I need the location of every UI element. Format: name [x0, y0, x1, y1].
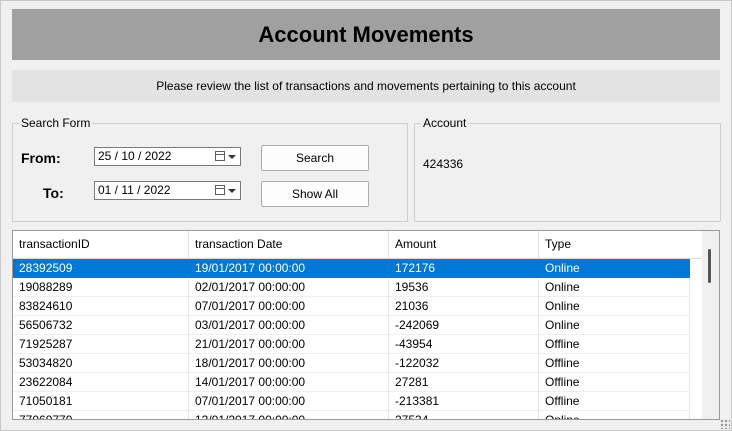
page-title: Account Movements	[12, 9, 720, 60]
cell-transaction-date: 19/01/2017 00:00:00	[189, 259, 389, 278]
to-label: To:	[43, 185, 64, 201]
search-button[interactable]: Search	[261, 145, 369, 171]
calendar-icon[interactable]	[215, 185, 225, 195]
cell-amount: 172176	[389, 259, 539, 278]
cell-type: Online	[539, 259, 690, 278]
cell-transaction-date: 03/01/2017 00:00:00	[189, 316, 389, 335]
cell-transaction-id: 56506732	[13, 316, 189, 335]
cell-transaction-id: 83824610	[13, 297, 189, 316]
table-row[interactable]: 23622084 14/01/2017 00:00:00 27281 Offline	[13, 373, 690, 392]
column-header-transaction-id[interactable]: transactionID	[13, 231, 189, 258]
transactions-table[interactable]: transactionID transaction Date Amount Ty…	[12, 230, 720, 420]
account-legend: Account	[421, 116, 469, 130]
cell-amount: -43954	[389, 335, 539, 354]
cell-transaction-date: 13/01/2017 00:00:00	[189, 411, 389, 419]
resize-grip-icon[interactable]	[720, 419, 730, 429]
cell-transaction-date: 07/01/2017 00:00:00	[189, 392, 389, 411]
cell-amount: 27534	[389, 411, 539, 419]
search-form-group: Search Form	[12, 117, 408, 222]
cell-transaction-date: 18/01/2017 00:00:00	[189, 354, 389, 373]
cell-type: Offline	[539, 392, 690, 411]
table-row[interactable]: 83824610 07/01/2017 00:00:00 21036 Online	[13, 297, 690, 316]
cell-transaction-id: 71050181	[13, 392, 189, 411]
cell-type: Offline	[539, 354, 690, 373]
account-group: Account	[414, 117, 721, 222]
cell-amount: -213381	[389, 392, 539, 411]
cell-amount: -242069	[389, 316, 539, 335]
page-subtitle: Please review the list of transactions a…	[12, 70, 720, 102]
column-header-type[interactable]: Type	[539, 231, 690, 258]
from-date-picker[interactable]: 25 / 10 / 2022	[94, 147, 241, 166]
cell-amount: -122032	[389, 354, 539, 373]
cell-transaction-date: 02/01/2017 00:00:00	[189, 278, 389, 297]
cell-amount: 19536	[389, 278, 539, 297]
cell-transaction-id: 53034820	[13, 354, 189, 373]
column-header-amount[interactable]: Amount	[389, 231, 539, 258]
chevron-down-icon[interactable]	[228, 155, 236, 159]
table-row[interactable]: 28392509 19/01/2017 00:00:00 172176 Online	[13, 259, 690, 278]
cell-transaction-id: 77069779	[13, 411, 189, 419]
cell-type: Online	[539, 316, 690, 335]
cell-type: Online	[539, 297, 690, 316]
cell-amount: 27281	[389, 373, 539, 392]
to-date-value: 01 / 11 / 2022	[98, 183, 171, 197]
table-header: transactionID transaction Date Amount Ty…	[13, 231, 701, 259]
cell-type: Offline	[539, 373, 690, 392]
cell-transaction-id: 28392509	[13, 259, 189, 278]
column-header-transaction-date[interactable]: transaction Date	[189, 231, 389, 258]
show-all-button[interactable]: Show All	[261, 181, 369, 207]
account-number: 424336	[423, 157, 464, 171]
table-row[interactable]: 19088289 02/01/2017 00:00:00 19536 Online	[13, 278, 690, 297]
to-date-picker[interactable]: 01 / 11 / 2022	[94, 181, 241, 200]
scrollbar-thumb[interactable]	[708, 249, 711, 283]
chevron-down-icon[interactable]	[228, 189, 236, 193]
cell-type: Online	[539, 278, 690, 297]
cell-transaction-id: 19088289	[13, 278, 189, 297]
table-row[interactable]: 71050181 07/01/2017 00:00:00 -213381 Offlin…	[13, 392, 690, 411]
table-row[interactable]: 56506732 03/01/2017 00:00:00 -242069 Online	[13, 316, 690, 335]
table-row[interactable]: 53034820 18/01/2017 00:00:00 -122032 Offlin…	[13, 354, 690, 373]
cell-type: Offline	[539, 335, 690, 354]
cell-transaction-date: 07/01/2017 00:00:00	[189, 297, 389, 316]
cell-transaction-id: 23622084	[13, 373, 189, 392]
cell-type: Online	[539, 411, 690, 419]
calendar-icon[interactable]	[215, 151, 225, 161]
vertical-scrollbar[interactable]	[702, 231, 719, 419]
search-form-legend: Search Form	[19, 116, 93, 130]
table-row[interactable]: 71925287 21/01/2017 00:00:00 -43954 Offline	[13, 335, 690, 354]
cell-amount: 21036	[389, 297, 539, 316]
cell-transaction-date: 14/01/2017 00:00:00	[189, 373, 389, 392]
cell-transaction-date: 21/01/2017 00:00:00	[189, 335, 389, 354]
table-row[interactable]: 77069779 13/01/2017 00:00:00 27534 Online	[13, 411, 690, 419]
from-label: From:	[21, 150, 61, 166]
from-date-value: 25 / 10 / 2022	[98, 149, 172, 163]
cell-transaction-id: 71925287	[13, 335, 189, 354]
